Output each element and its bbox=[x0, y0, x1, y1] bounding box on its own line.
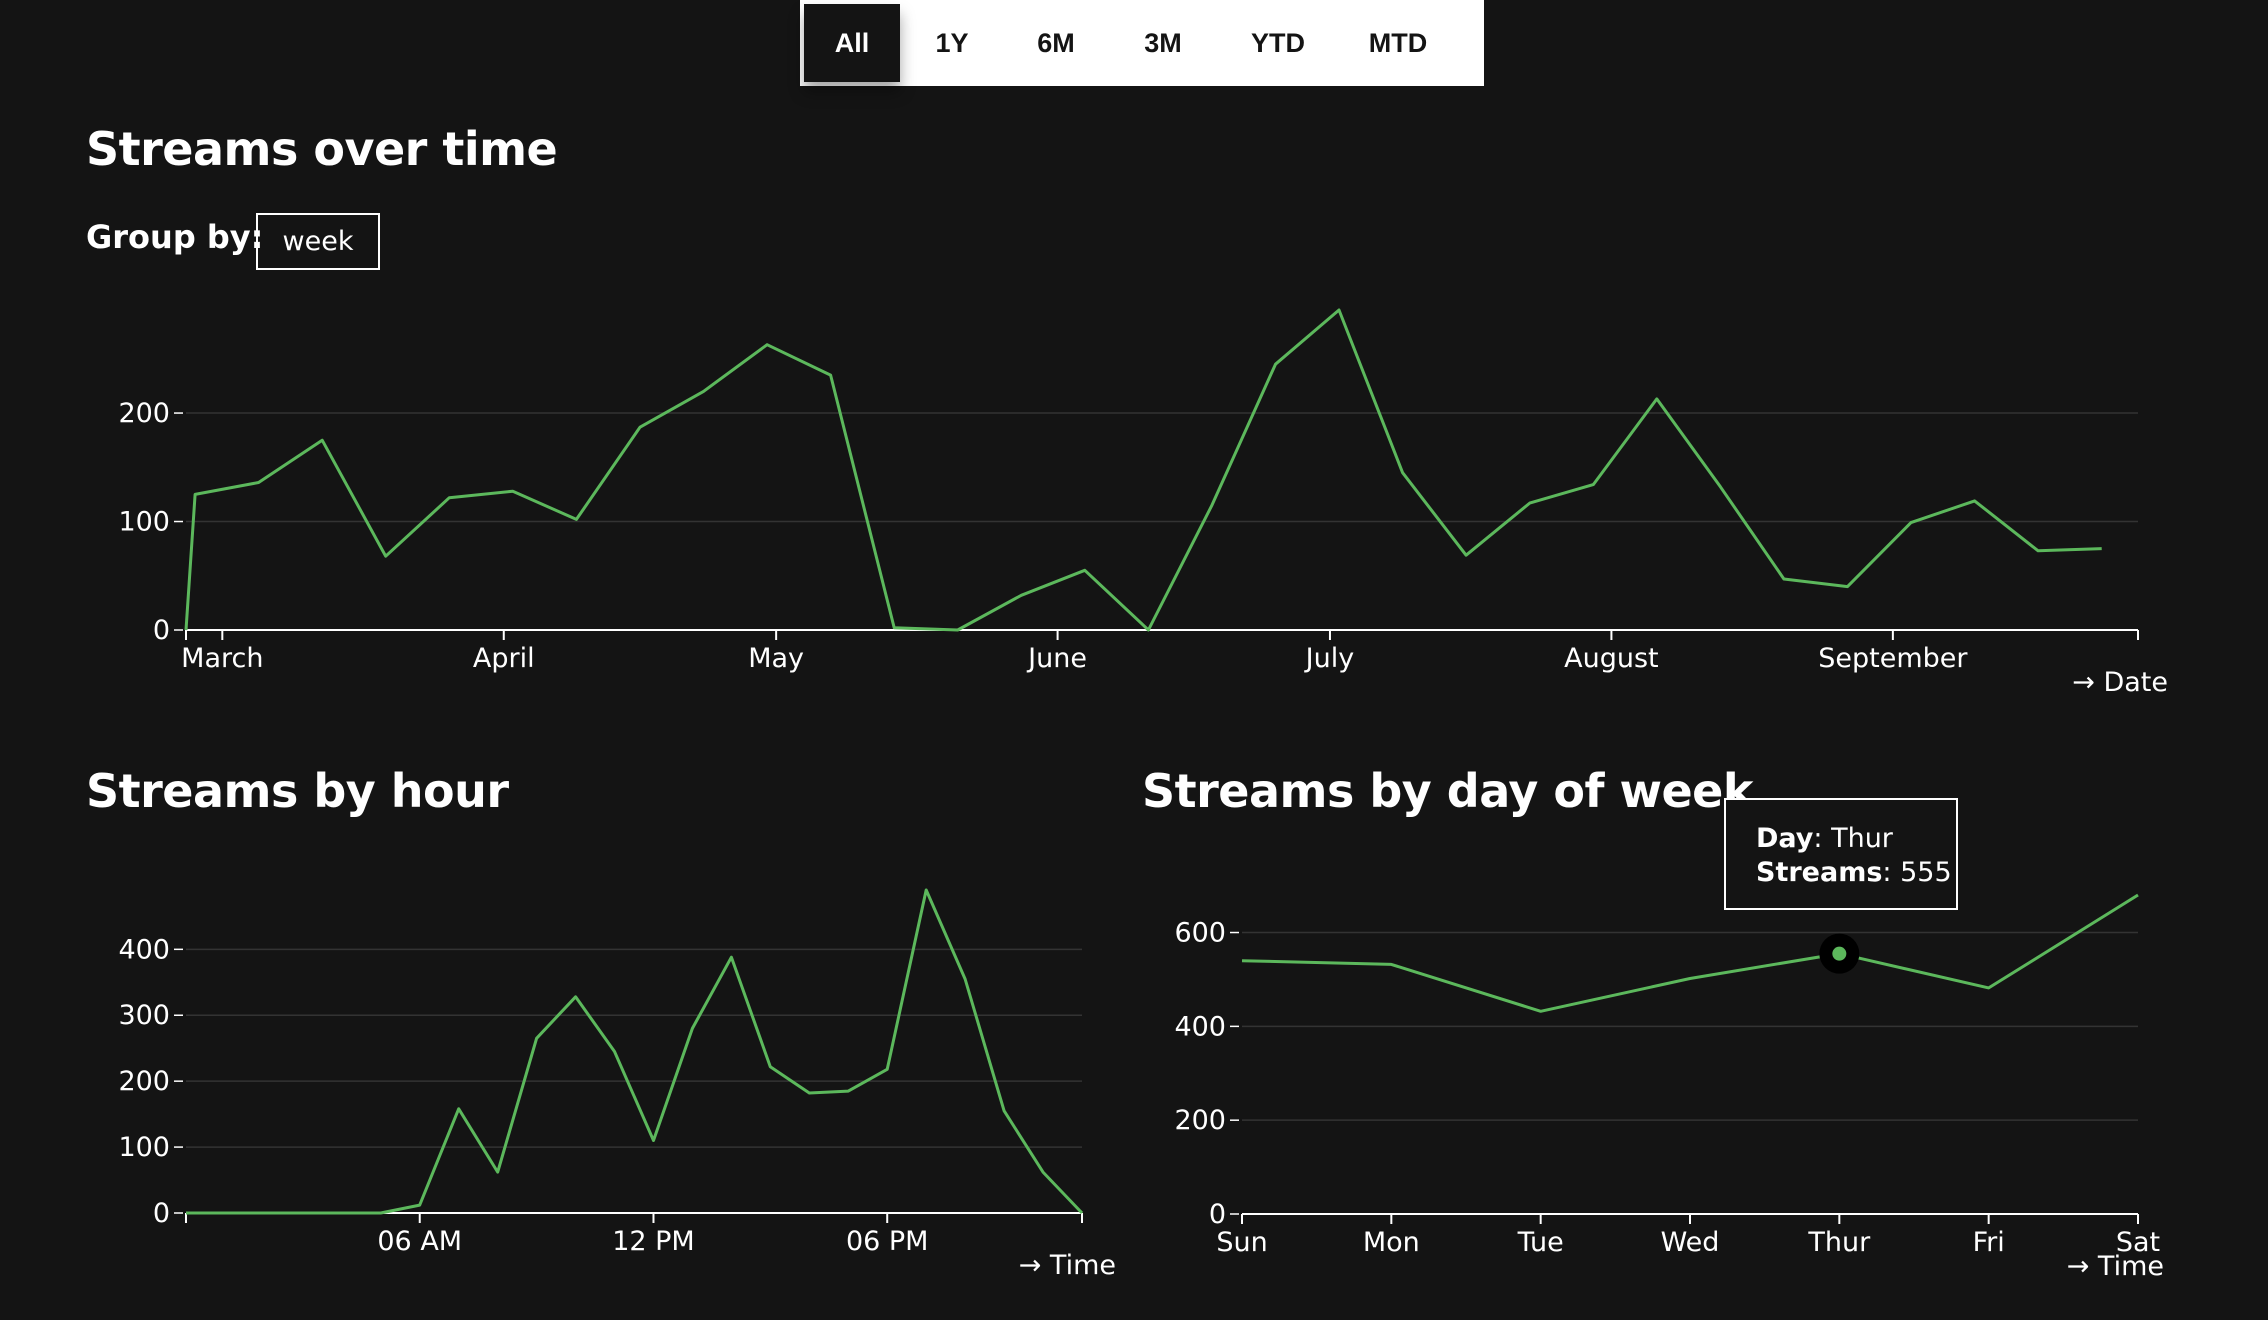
x-tick-label: 12 PM bbox=[612, 1226, 695, 1257]
range-3m-button[interactable]: 3M bbox=[1108, 4, 1218, 82]
y-axis-label: ↑ Streams bbox=[86, 860, 229, 861]
range-1y-button[interactable]: 1Y bbox=[900, 4, 1004, 82]
streams-over-time-chart: ↑ Streams 0 100 200 March April May June July Aug… bbox=[86, 280, 2168, 698]
x-tick-label: April bbox=[473, 643, 535, 674]
chart-tooltip: Day: Thur Streams: 555 bbox=[1724, 798, 1958, 910]
y-tick-label: 400 bbox=[1174, 1011, 1226, 1042]
tooltip-streams-label: Streams bbox=[1756, 857, 1883, 888]
y-axis-label: ↑ Streams bbox=[86, 280, 229, 281]
x-axis-label: → Date bbox=[2072, 667, 2168, 698]
x-tick-label: July bbox=[1304, 643, 1355, 674]
series-line bbox=[186, 888, 1084, 1215]
y-axis-label: ↑ Streams bbox=[1142, 860, 1285, 866]
x-tick-label: Wed bbox=[1661, 1227, 1720, 1258]
tooltip-day-value: Thur bbox=[1831, 823, 1893, 854]
range-ytd-button[interactable]: YTD bbox=[1218, 4, 1338, 82]
tooltip-streams-value: 555 bbox=[1900, 857, 1952, 888]
x-tick-label: May bbox=[748, 643, 804, 674]
x-tick-label: September bbox=[1818, 643, 1968, 674]
streams-by-day-chart: ↑ Streams0200400600SunMonTueWedThurFriSa… bbox=[1142, 860, 2164, 1282]
highlight-point bbox=[1832, 946, 1847, 961]
x-tick-label: August bbox=[1564, 643, 1659, 674]
range-6m-button[interactable]: 6M bbox=[1004, 4, 1108, 82]
y-tick-label: 200 bbox=[1174, 1105, 1226, 1136]
streams-by-hour-title: Streams by hour bbox=[86, 764, 509, 818]
x-tick-label: 06 AM bbox=[377, 1226, 462, 1257]
x-tick-label: Mon bbox=[1363, 1227, 1420, 1258]
range-mtd-button[interactable]: MTD bbox=[1338, 4, 1458, 82]
x-tick-label: Thur bbox=[1807, 1227, 1871, 1258]
x-tick-label: March bbox=[181, 643, 263, 674]
x-tick-label: 06 PM bbox=[846, 1226, 929, 1257]
y-tick-label: 400 bbox=[118, 934, 170, 965]
range-selector: All 1Y 6M 3M YTD MTD bbox=[800, 0, 1484, 86]
y-tick-label: 300 bbox=[118, 1000, 170, 1031]
x-tick-label: Tue bbox=[1517, 1227, 1564, 1258]
y-tick-label: 100 bbox=[118, 1132, 170, 1163]
streams-by-day-title: Streams by day of week bbox=[1142, 764, 1753, 818]
streams-by-hour-chart: ↑ Streams 0 100 200 300 400 06 AM 12 PM 06 PM → T… bbox=[86, 860, 1116, 1281]
group-by-select[interactable]: week bbox=[256, 213, 380, 270]
y-tick-label: 0 bbox=[153, 615, 170, 646]
y-tick-label: 200 bbox=[118, 1066, 170, 1097]
tooltip-day-label: Day bbox=[1756, 823, 1814, 854]
y-tick-label: 0 bbox=[153, 1198, 170, 1229]
range-all-button[interactable]: All bbox=[804, 4, 900, 82]
x-tick-label: Fri bbox=[1973, 1227, 2005, 1258]
y-tick-label: 200 bbox=[118, 398, 170, 429]
x-tick-label: Sun bbox=[1216, 1227, 1267, 1258]
series-line bbox=[184, 308, 2102, 632]
x-axis-label: → Time bbox=[2067, 1251, 2164, 1282]
y-tick-label: 100 bbox=[118, 507, 170, 538]
series-line bbox=[1241, 893, 2139, 1013]
streams-over-time-title: Streams over time bbox=[86, 122, 558, 176]
x-axis-label: → Time bbox=[1019, 1250, 1116, 1281]
y-tick-label: 0 bbox=[1209, 1199, 1226, 1230]
group-by-label: Group by: bbox=[86, 218, 264, 256]
y-tick-label: 600 bbox=[1174, 918, 1226, 949]
x-tick-label: June bbox=[1026, 643, 1087, 674]
